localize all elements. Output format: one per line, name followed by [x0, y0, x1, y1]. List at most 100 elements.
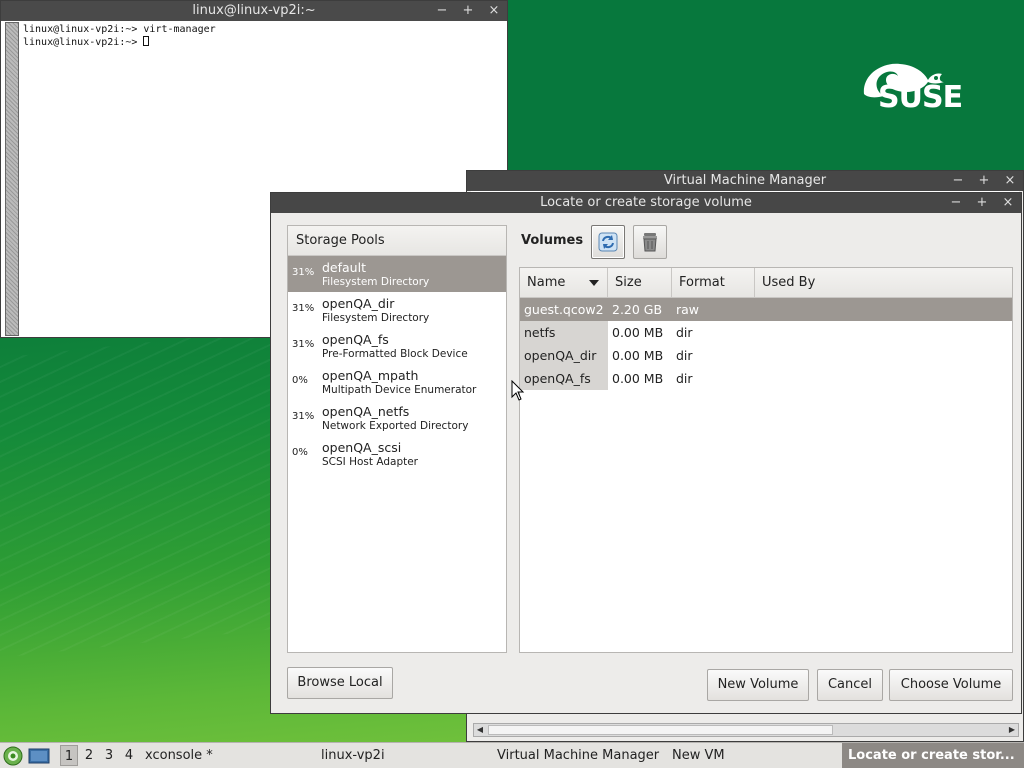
- close-icon[interactable]: ×: [1003, 171, 1017, 191]
- volume-format: dir: [676, 348, 693, 363]
- volume-name: openQA_fs: [520, 367, 608, 390]
- volume-format: dir: [676, 371, 693, 386]
- minimize-icon[interactable]: −: [435, 1, 449, 21]
- dialog-titlebar[interactable]: Locate or create storage volume − + ×: [271, 193, 1021, 213]
- pool-usage: 0%: [292, 375, 308, 386]
- pool-type: Filesystem Directory: [322, 312, 430, 324]
- taskbar-item-vmm[interactable]: Virtual Machine Manager: [497, 743, 659, 768]
- scroll-left-icon[interactable]: ◀: [474, 724, 486, 736]
- pool-name: openQA_scsi: [322, 440, 402, 455]
- pool-name: openQA_mpath: [322, 368, 419, 383]
- scroll-right-icon[interactable]: ▶: [1006, 724, 1018, 736]
- column-header-size[interactable]: Size: [608, 268, 672, 297]
- maximize-icon[interactable]: +: [461, 1, 475, 21]
- pool-type: Network Exported Directory: [322, 420, 469, 432]
- close-icon[interactable]: ×: [1001, 193, 1015, 213]
- volume-size: 0.00 MB: [612, 325, 664, 340]
- workspace-4[interactable]: 4: [120, 745, 138, 766]
- start-menu-icon[interactable]: [3, 746, 23, 766]
- pool-type: SCSI Host Adapter: [322, 456, 418, 468]
- volume-format: raw: [676, 302, 700, 317]
- pool-usage: 0%: [292, 447, 308, 458]
- close-icon[interactable]: ×: [487, 1, 501, 21]
- pool-name: default: [322, 260, 366, 275]
- pool-item-openqa-dir[interactable]: 31% openQA_dir Filesystem Directory: [288, 292, 506, 328]
- terminal-line: linux@linux-vp2i:~>: [23, 37, 144, 48]
- taskbar-item-host[interactable]: linux-vp2i: [321, 743, 385, 768]
- pool-item-default[interactable]: 31% default Filesystem Directory: [288, 256, 506, 292]
- delete-volume-button[interactable]: [633, 225, 667, 259]
- column-header-name[interactable]: Name: [520, 268, 608, 297]
- volume-size: 0.00 MB: [612, 371, 664, 386]
- sort-down-icon: [589, 280, 599, 286]
- pool-type: Pre-Formatted Block Device: [322, 348, 468, 360]
- table-row[interactable]: netfs 0.00 MB dir: [520, 321, 1012, 344]
- volume-name: openQA_dir: [520, 344, 608, 367]
- cancel-button[interactable]: Cancel: [817, 669, 883, 701]
- refresh-volumes-button[interactable]: [591, 225, 625, 259]
- refresh-icon: [598, 232, 618, 252]
- new-volume-button[interactable]: New Volume: [707, 669, 809, 701]
- taskbar-item-new-vm[interactable]: New VM: [672, 743, 725, 768]
- volume-size: 0.00 MB: [612, 348, 664, 363]
- vmm-title: Virtual Machine Manager: [663, 173, 827, 188]
- vmm-titlebar[interactable]: Virtual Machine Manager − + ×: [467, 171, 1023, 191]
- volume-used-by: [755, 344, 1012, 367]
- pool-name: openQA_netfs: [322, 404, 410, 419]
- pool-name: openQA_dir: [322, 296, 395, 311]
- terminal-line: linux@linux-vp2i:~> virt-manager: [23, 24, 216, 35]
- pool-item-openqa-scsi[interactable]: 0% openQA_scsi SCSI Host Adapter: [288, 436, 506, 472]
- table-row[interactable]: openQA_dir 0.00 MB dir: [520, 344, 1012, 367]
- minimize-icon[interactable]: −: [949, 193, 963, 213]
- terminal-output[interactable]: linux@linux-vp2i:~> virt-manager linux@l…: [23, 23, 216, 49]
- volumes-table[interactable]: Name Size Format Used By guest.qcow2 2.2…: [519, 267, 1013, 653]
- pool-usage: 31%: [292, 267, 315, 278]
- pool-type: Filesystem Directory: [322, 276, 430, 288]
- terminal-title: linux@linux-vp2i:~: [192, 3, 316, 18]
- volume-used-by: [755, 367, 1012, 390]
- trash-icon: [643, 233, 657, 252]
- mouse-pointer-icon: [511, 380, 525, 401]
- storage-pools-header[interactable]: Storage Pools: [288, 226, 506, 256]
- column-header-used-by[interactable]: Used By: [755, 268, 1012, 297]
- pool-usage: 31%: [292, 339, 315, 350]
- table-row[interactable]: openQA_fs 0.00 MB dir: [520, 367, 1012, 390]
- workspace-1[interactable]: 1: [60, 745, 78, 766]
- volume-size: 2.20 GB: [612, 302, 663, 317]
- dialog-title: Locate or create storage volume: [540, 195, 752, 210]
- pool-usage: 31%: [292, 411, 315, 422]
- maximize-icon[interactable]: +: [975, 193, 989, 213]
- pool-item-openqa-netfs[interactable]: 31% openQA_netfs Network Exported Direct…: [288, 400, 506, 436]
- pool-type: Multipath Device Enumerator: [322, 384, 477, 396]
- vmm-horizontal-scrollbar[interactable]: ◀ ▶: [473, 723, 1019, 737]
- workspace-3[interactable]: 3: [100, 745, 118, 766]
- storage-pools-list[interactable]: Storage Pools 31% default Filesystem Dir…: [287, 225, 507, 653]
- volumes-label: Volumes: [521, 233, 584, 248]
- pool-usage: 31%: [292, 303, 315, 314]
- pool-name: openQA_fs: [322, 332, 389, 347]
- storage-volume-dialog[interactable]: Locate or create storage volume − + × St…: [270, 192, 1022, 714]
- pool-item-openqa-fs[interactable]: 31% openQA_fs Pre-Formatted Block Device: [288, 328, 506, 364]
- column-header-format[interactable]: Format: [672, 268, 755, 297]
- volume-used-by: [755, 321, 1012, 344]
- show-desktop-icon[interactable]: [28, 747, 50, 765]
- workspace-2[interactable]: 2: [80, 745, 98, 766]
- terminal-scrollbar[interactable]: [5, 22, 19, 336]
- choose-volume-button[interactable]: Choose Volume: [889, 669, 1013, 701]
- suse-logo-text: SUSE: [878, 80, 963, 115]
- taskbar-item-locate-storage[interactable]: Locate or create stor...: [842, 743, 1024, 768]
- volumes-table-header: Name Size Format Used By: [520, 268, 1012, 298]
- browse-local-button[interactable]: Browse Local: [287, 667, 393, 699]
- pool-item-openqa-mpath[interactable]: 0% openQA_mpath Multipath Device Enumera…: [288, 364, 506, 400]
- volume-format: dir: [676, 325, 693, 340]
- taskbar-item-xconsole[interactable]: xconsole *: [145, 743, 213, 768]
- volume-name: netfs: [520, 321, 608, 344]
- minimize-icon[interactable]: −: [951, 171, 965, 191]
- terminal-titlebar[interactable]: linux@linux-vp2i:~ − + ×: [1, 1, 507, 21]
- volume-used-by: [755, 298, 1012, 321]
- taskbar: 1 2 3 4 xconsole * linux-vp2i Virtual Ma…: [0, 742, 1024, 768]
- table-row[interactable]: guest.qcow2 2.20 GB raw: [520, 298, 1012, 321]
- maximize-icon[interactable]: +: [977, 171, 991, 191]
- volume-name: guest.qcow2: [520, 298, 608, 321]
- scrollbar-thumb[interactable]: [488, 725, 833, 735]
